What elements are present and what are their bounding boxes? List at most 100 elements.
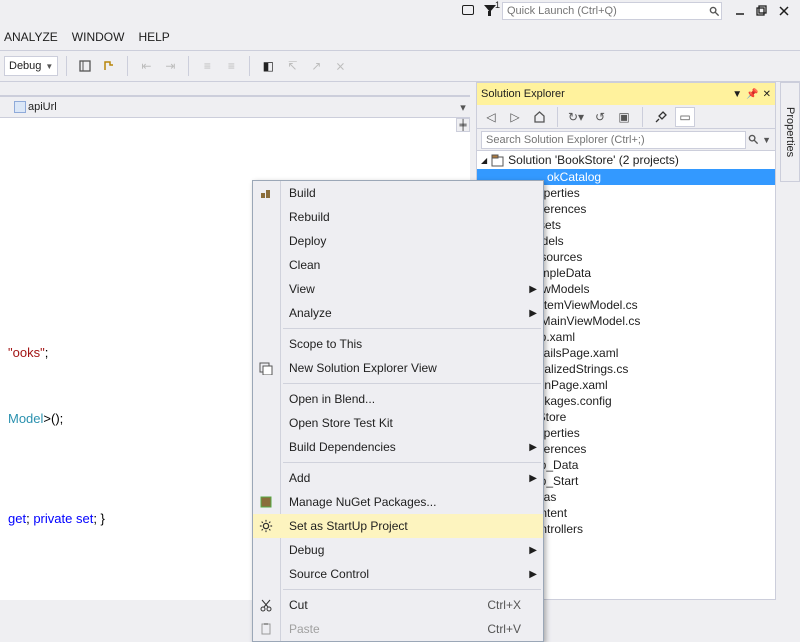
properties-tab[interactable]: Properties bbox=[780, 82, 800, 182]
forward-button[interactable]: ▷ bbox=[505, 107, 525, 127]
menu-item-source-control[interactable]: Source Control▶ bbox=[253, 562, 543, 586]
minimize-button[interactable] bbox=[730, 1, 750, 21]
member-dropdown[interactable]: apiUrl bbox=[10, 101, 61, 113]
panel-close-icon[interactable]: ✕ bbox=[763, 89, 771, 100]
pin-icon[interactable]: 📌 bbox=[746, 89, 758, 100]
menu-window[interactable]: WINDOW bbox=[72, 30, 125, 44]
config-dropdown[interactable]: Debug ▼ bbox=[4, 56, 58, 76]
menu-item-manage-nuget-packages[interactable]: Manage NuGet Packages... bbox=[253, 490, 543, 514]
feedback-icon[interactable] bbox=[458, 1, 478, 21]
context-menu: Build Rebuild Deploy Clean View ▶ Analyze ▶ Scop… bbox=[252, 180, 544, 642]
split-button[interactable]: ▾ bbox=[456, 101, 470, 114]
menu-item-label: Open in Blend... bbox=[289, 392, 375, 406]
outdent-button[interactable]: ⇤ bbox=[136, 56, 156, 76]
member-label: apiUrl bbox=[28, 101, 57, 113]
menu-analyze[interactable]: ANALYZE bbox=[4, 30, 58, 44]
menu-separator bbox=[283, 328, 541, 329]
search-icon bbox=[746, 133, 760, 147]
menu-item-analyze[interactable]: Analyze ▶ bbox=[253, 301, 543, 325]
menu-item-paste: PasteCtrl+V bbox=[253, 617, 543, 641]
toolbar-button-1[interactable] bbox=[75, 56, 95, 76]
menu-item-build[interactable]: Build bbox=[253, 181, 543, 205]
config-label: Debug bbox=[9, 60, 41, 72]
panel-dropdown-icon[interactable]: ▼ bbox=[732, 89, 742, 100]
submenu-arrow-icon: ▶ bbox=[529, 442, 537, 453]
menu-item-label: Deploy bbox=[289, 234, 326, 248]
menu-item-label: Scope to This bbox=[289, 337, 362, 351]
menu-item-label: Build bbox=[289, 186, 316, 200]
submenu-arrow-icon: ▶ bbox=[529, 284, 537, 295]
refresh-button[interactable]: ↺ bbox=[590, 107, 610, 127]
menu-item-set-as-startup-project[interactable]: Set as StartUp Project bbox=[253, 514, 543, 538]
back-button[interactable]: ◁ bbox=[481, 107, 501, 127]
solution-toolbar: ◁ ▷ ↻▾ ↺ ▣ ▭ bbox=[477, 105, 775, 129]
clear-bookmark-button[interactable]: ⨯ bbox=[330, 56, 350, 76]
menu-item-add[interactable]: Add ▶ bbox=[253, 466, 543, 490]
menu-item-cut[interactable]: CutCtrl+X bbox=[253, 593, 543, 617]
notifications-icon[interactable]: 1 bbox=[480, 1, 500, 21]
menu-help[interactable]: HELP bbox=[138, 30, 169, 44]
solution-search: ▼ bbox=[477, 129, 775, 151]
search-icon bbox=[707, 4, 721, 18]
properties-button[interactable] bbox=[651, 107, 671, 127]
bookmark-button[interactable]: ◧ bbox=[258, 56, 278, 76]
menu-separator bbox=[283, 462, 541, 463]
code-token: "ooks" bbox=[8, 345, 45, 360]
prev-bookmark-button[interactable]: ↸ bbox=[282, 56, 302, 76]
submenu-arrow-icon: ▶ bbox=[529, 308, 537, 319]
new-view-icon bbox=[258, 360, 274, 376]
code-token: get bbox=[8, 511, 26, 526]
submenu-arrow-icon: ▶ bbox=[529, 473, 537, 484]
search-dropdown-icon[interactable]: ▼ bbox=[762, 135, 771, 145]
solution-root-label: Solution 'BookStore' (2 projects) bbox=[508, 153, 679, 167]
menu-item-label: Analyze bbox=[289, 306, 332, 320]
menu-shortcut: Ctrl+X bbox=[487, 598, 521, 612]
toolbar: Debug ▼ ⇤ ⇥ ≡ ≡ ◧ ↸ ↗ ⨯ bbox=[0, 50, 800, 82]
nuget-icon bbox=[258, 494, 274, 510]
menu-item-rebuild[interactable]: Rebuild bbox=[253, 205, 543, 229]
properties-tab-label: Properties bbox=[784, 107, 796, 157]
menu-item-new-solution-explorer-view[interactable]: New Solution Explorer View bbox=[253, 356, 543, 380]
menu-item-view[interactable]: View ▶ bbox=[253, 277, 543, 301]
solution-search-input[interactable] bbox=[481, 131, 746, 149]
restore-button[interactable] bbox=[752, 1, 772, 21]
code-token: >(); bbox=[43, 411, 63, 426]
next-bookmark-button[interactable]: ↗ bbox=[306, 56, 326, 76]
panel-title: Solution Explorer bbox=[481, 88, 565, 100]
indent-button[interactable]: ⇥ bbox=[160, 56, 180, 76]
menu-item-open-in-blend[interactable]: Open in Blend... bbox=[253, 387, 543, 411]
align-left-button[interactable]: ≡ bbox=[197, 56, 217, 76]
home-button[interactable] bbox=[529, 107, 549, 127]
menu-item-label: Source Control bbox=[289, 567, 369, 581]
solution-root[interactable]: ◢ Solution 'BookStore' (2 projects) bbox=[477, 151, 775, 169]
menu-item-label: Set as StartUp Project bbox=[289, 519, 408, 533]
menu-item-scope-to-this[interactable]: Scope to This bbox=[253, 332, 543, 356]
menu-separator bbox=[283, 589, 541, 590]
sync-button[interactable]: ↻▾ bbox=[566, 107, 586, 127]
quick-launch-input[interactable] bbox=[503, 5, 707, 17]
menu-item-label: Debug bbox=[289, 543, 324, 557]
menu-item-label: View bbox=[289, 282, 315, 296]
menu-item-label: Rebuild bbox=[289, 210, 330, 224]
menu-item-debug[interactable]: Debug▶ bbox=[253, 538, 543, 562]
solution-icon bbox=[491, 154, 504, 167]
tree-item-label: okCatalog bbox=[547, 170, 601, 184]
notification-count: 1 bbox=[495, 0, 500, 10]
menu-item-build-dependencies[interactable]: Build Dependencies▶ bbox=[253, 435, 543, 459]
menu-item-label: Manage NuGet Packages... bbox=[289, 495, 436, 509]
build-icon bbox=[258, 185, 274, 201]
show-all-button[interactable]: ▭ bbox=[675, 107, 695, 127]
menubar: ANALYZE WINDOW HELP bbox=[0, 25, 800, 49]
panel-title-bar: Solution Explorer ▼ 📌 ✕ bbox=[477, 83, 775, 105]
menu-shortcut: Ctrl+V bbox=[487, 622, 521, 636]
close-button[interactable] bbox=[774, 1, 794, 21]
quick-launch[interactable] bbox=[502, 2, 722, 20]
collapse-all-button[interactable]: ▣ bbox=[614, 107, 634, 127]
menu-item-deploy[interactable]: Deploy bbox=[253, 229, 543, 253]
toolbar-button-2[interactable] bbox=[99, 56, 119, 76]
menu-item-open-store-test-kit[interactable]: Open Store Test Kit bbox=[253, 411, 543, 435]
align-right-button[interactable]: ≡ bbox=[221, 56, 241, 76]
menu-item-clean[interactable]: Clean bbox=[253, 253, 543, 277]
menu-item-label: Add bbox=[289, 471, 310, 485]
gear-icon bbox=[258, 518, 274, 534]
